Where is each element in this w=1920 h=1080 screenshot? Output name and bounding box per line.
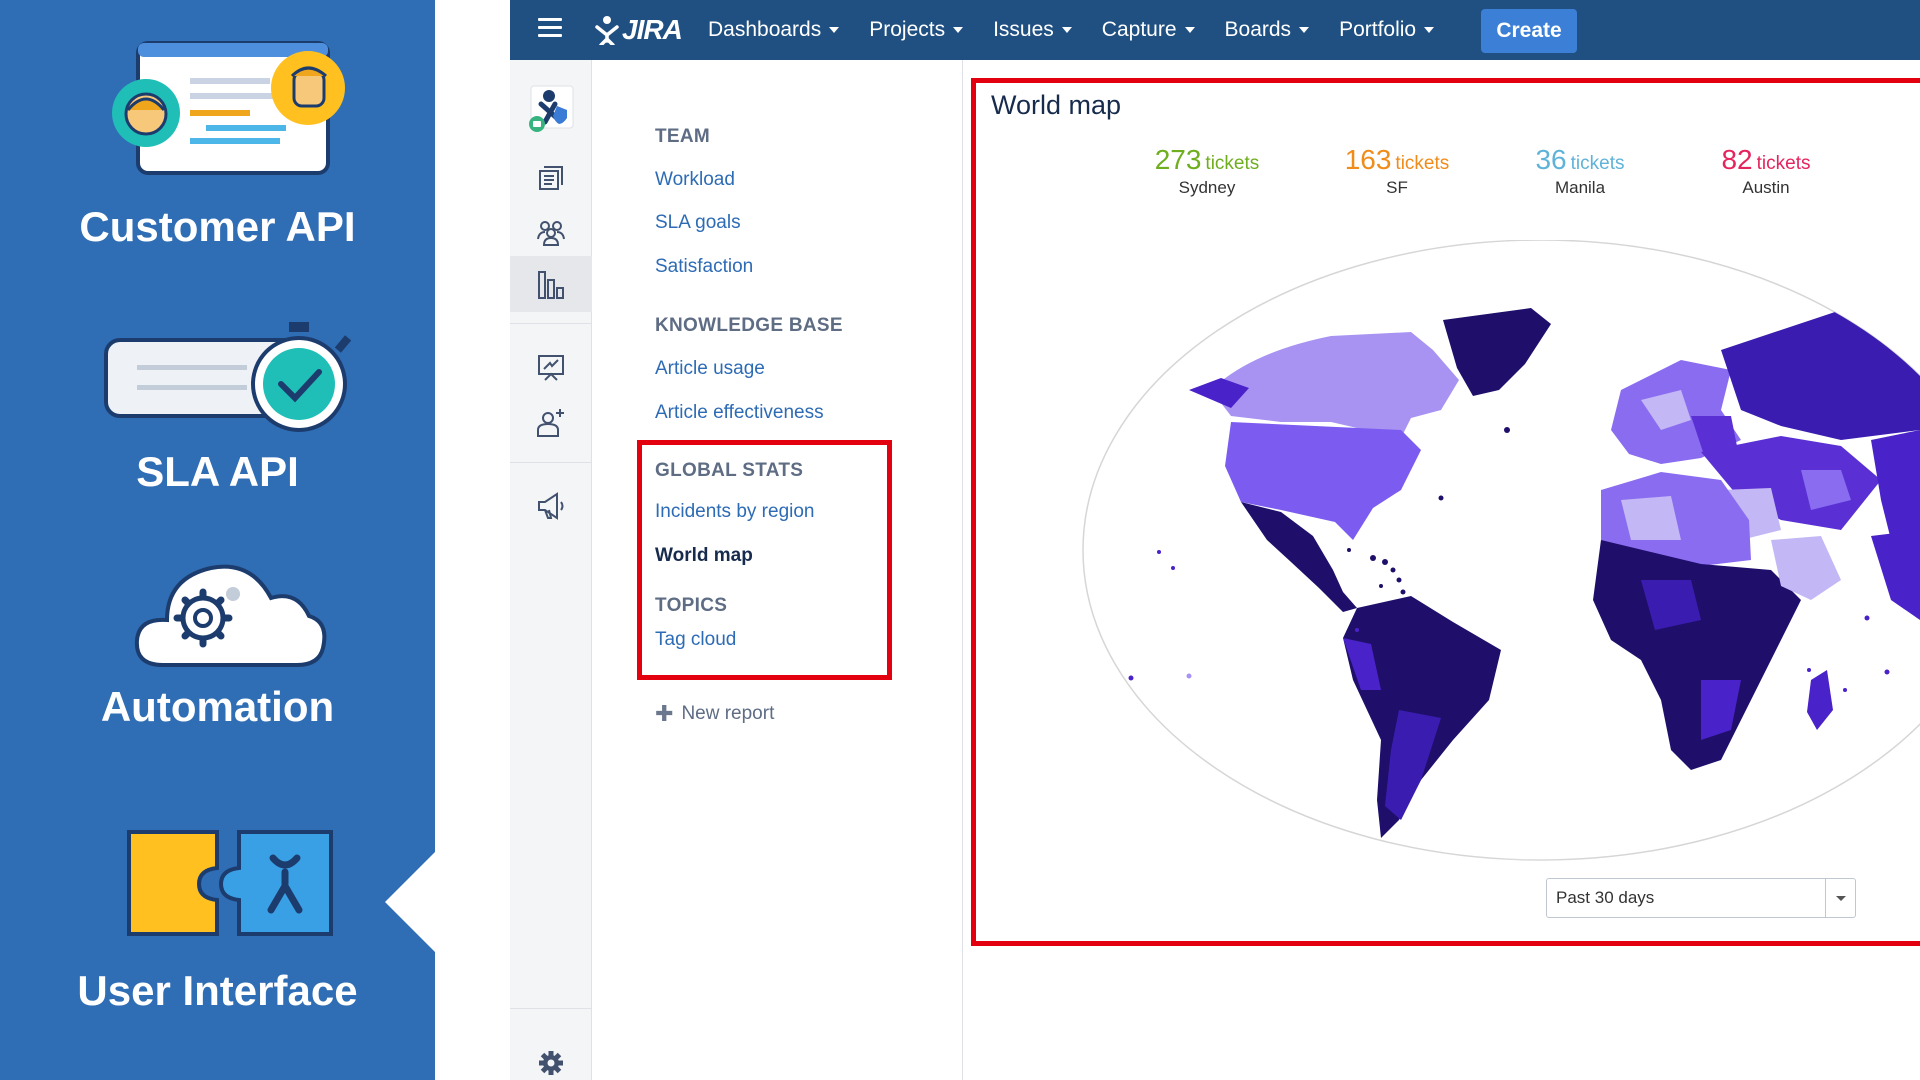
stat-austin-count: 82 tickets [1686,144,1846,176]
stat-sydney-city: Sydney [1178,178,1236,197]
new-report-label: New report [681,703,775,724]
date-range-value: Past 30 days [1556,888,1655,907]
project-avatar-icon[interactable] [510,78,592,142]
customers-icon[interactable] [510,206,592,258]
stat-sf-count: 163 tickets [1317,144,1477,176]
stat-sydney-unit: tickets [1205,153,1260,174]
stat-austin-unit: tickets [1756,153,1811,174]
create-button[interactable]: Create [1481,9,1577,53]
chevron-down-icon[interactable] [1825,879,1855,917]
stat-manila-value: 36 [1535,144,1567,175]
nav-portfolio[interactable]: Portfolio [1339,18,1435,42]
stat-austin-value: 82 [1721,144,1753,175]
stat-sf-city: SF [1386,178,1408,197]
promo-label-automation: Automation [100,683,335,730]
settings-icon[interactable] [510,1050,592,1076]
knowledge-icon[interactable] [510,342,592,394]
stat-austin: 82 tickets Austin [1686,144,1846,198]
stat-manila-unit: tickets [1570,153,1625,174]
nav-dashboards-label: Dashboards [708,18,822,41]
stat-austin-city: Austin [1742,178,1790,197]
cloud-gear-illustration [134,564,327,667]
new-report-button[interactable]: ✚ New report [655,701,774,727]
menu-icon[interactable] [538,18,562,42]
report-link-article-usage[interactable]: Article usage [655,358,765,380]
promo-panel: Customer API SLA API Automation User Int… [0,0,435,1080]
customer-chat-illustration [112,41,345,175]
plus-icon: ✚ [655,701,674,726]
stat-sf: 163 tickets SF [1317,144,1477,198]
promo-selection-pointer [385,852,435,952]
chevron-down-icon [1061,27,1072,33]
reports-icon[interactable] [510,256,592,312]
jira-app: JIRA Dashboards Projects Issues Capture … [510,0,1920,1080]
chevron-down-icon [953,27,964,33]
nav-capture-label: Capture [1101,18,1177,41]
nav-issues-label: Issues [993,18,1054,41]
nav-projects[interactable]: Projects [869,18,964,42]
rail-divider [510,1008,592,1009]
jira-logo-icon [595,16,619,45]
report-link-incidents-by-region[interactable]: Incidents by region [655,501,815,523]
stat-sf-value: 163 [1344,144,1392,175]
chevron-down-icon [1299,27,1310,33]
report-link-tag-cloud[interactable]: Tag cloud [655,629,736,651]
announce-icon[interactable] [510,480,592,532]
section-heading-team: TEAM [655,126,711,147]
stat-sydney-count: 273 tickets [1127,144,1287,176]
jira-logo-text: JIRA [622,14,683,45]
nav-portfolio-label: Portfolio [1339,18,1417,41]
stat-manila: 36 tickets Manila [1500,144,1660,198]
stat-sf-unit: tickets [1395,153,1450,174]
nav-capture[interactable]: Capture [1102,18,1195,42]
stat-sydney-value: 273 [1154,144,1202,175]
chevron-down-icon [1424,27,1435,33]
rail-divider [510,323,592,324]
section-heading-topics: TOPICS [655,595,728,616]
world-map[interactable] [1081,240,1920,920]
stat-sydney: 273 tickets Sydney [1127,144,1287,198]
invite-icon[interactable] [510,396,592,448]
section-heading-knowledge-base: KNOWLEDGE BASE [655,315,843,336]
report-link-article-effectiveness[interactable]: Article effectiveness [655,402,824,424]
section-heading-global-stats: GLOBAL STATS [655,460,804,481]
nav-boards-label: Boards [1224,18,1292,41]
nav-boards[interactable]: Boards [1225,18,1310,42]
sla-timer-illustration [104,322,352,432]
nav-issues[interactable]: Issues [993,18,1072,42]
project-icon-rail [510,60,592,1080]
top-navigation: JIRA Dashboards Projects Issues Capture … [510,0,1920,60]
promo-label-sla-api: SLA API [136,448,299,495]
promo-label-user-interface: User Interface [77,967,358,1014]
stat-manila-count: 36 tickets [1500,144,1660,176]
stat-manila-city: Manila [1554,178,1606,197]
nav-projects-label: Projects [869,18,946,41]
date-range-select[interactable]: Past 30 days [1546,878,1856,918]
main-panel: World map 273 tickets Sydney 163 tickets S… [961,60,1920,1080]
report-link-sla-goals[interactable]: SLA goals [655,212,741,234]
nav-dashboards[interactable]: Dashboards [708,18,840,42]
report-link-world-map[interactable]: World map [655,545,753,567]
chevron-down-icon [1184,27,1195,33]
rail-divider [510,462,592,463]
chevron-down-icon [829,27,840,33]
page-title: World map [991,90,1122,120]
report-link-workload[interactable]: Workload [655,169,735,191]
puzzle-atlassian-illustration [127,830,333,936]
top-nav-menu: Dashboards Projects Issues Capture Board… [708,0,1464,60]
report-link-satisfaction[interactable]: Satisfaction [655,256,753,278]
promo-label-customer-api: Customer API [79,203,356,250]
jira-logo[interactable]: JIRA [594,10,683,50]
queues-icon[interactable] [510,152,592,204]
reports-sidebar: TEAM Workload SLA goals Satisfaction KNO… [593,60,963,1080]
